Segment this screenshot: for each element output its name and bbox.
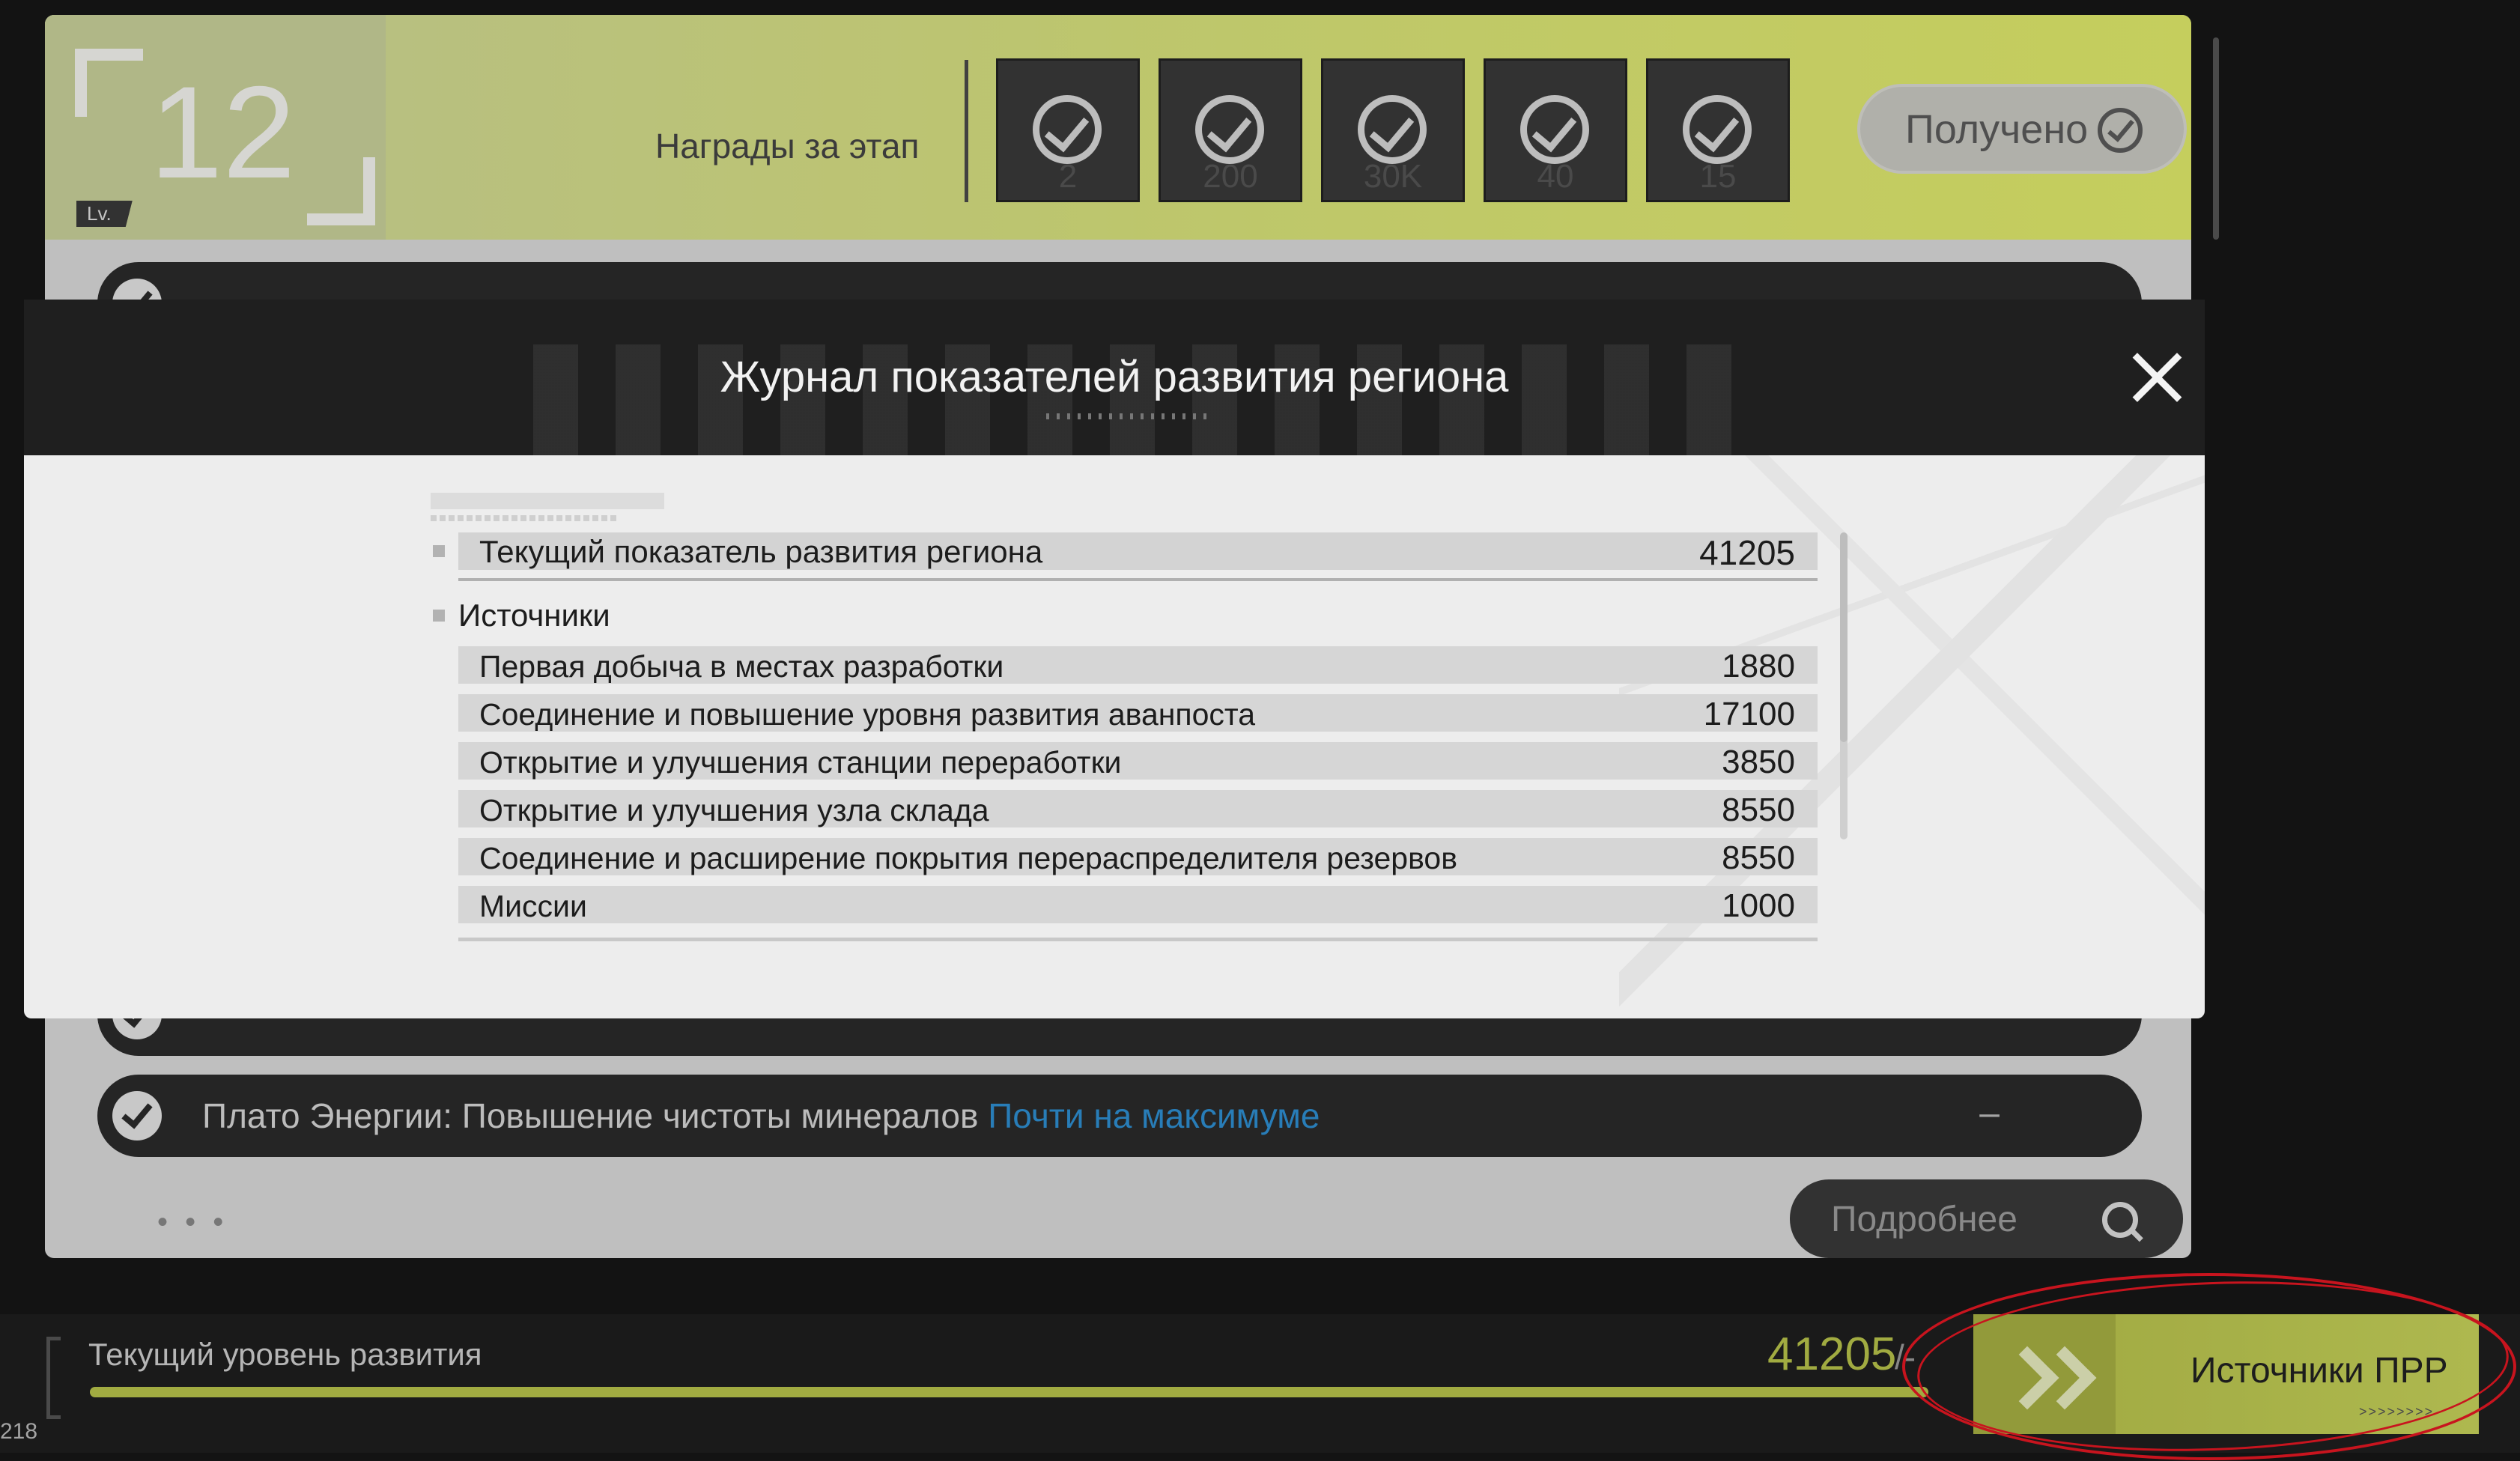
section-tab-deco	[431, 515, 618, 521]
source-value: 8550	[1722, 839, 1795, 876]
source-row: Первая добыча в местах разработки 1880	[458, 646, 1818, 684]
source-value: 3850	[1722, 744, 1795, 780]
bullet-icon	[433, 545, 445, 557]
section-tab	[431, 493, 664, 509]
source-label: Открытие и улучшения станции переработки	[479, 745, 1122, 780]
source-row: Миссии 1000	[458, 886, 1818, 924]
source-row: Соединение и расширение покрытия перерас…	[458, 838, 1818, 876]
source-row: Соединение и повышение уровня развития а…	[458, 694, 1818, 732]
modal-title: Журнал показателей развития региона	[720, 353, 1509, 401]
source-value: 1880	[1722, 648, 1795, 684]
divider	[458, 938, 1818, 941]
source-label: Миссии	[479, 889, 587, 923]
source-row: Открытие и улучшения узла склада 8550	[458, 790, 1818, 828]
modal-scrollbar[interactable]	[1840, 532, 1848, 839]
bullet-icon	[433, 610, 445, 622]
current-index-row: Текущий показатель развития региона 4120…	[458, 532, 1818, 572]
source-label: Соединение и расширение покрытия перерас…	[479, 841, 1457, 875]
title-decoration	[1046, 413, 1211, 419]
sources-heading: Источники	[458, 598, 610, 633]
scroll-thumb[interactable]	[1840, 532, 1848, 742]
source-label: Открытие и улучшения узла склада	[479, 793, 989, 827]
source-value: 17100	[1703, 696, 1795, 732]
current-index-value: 41205	[1699, 533, 1795, 572]
source-label: Первая добыча в местах разработки	[479, 649, 1004, 684]
source-value: 8550	[1722, 792, 1795, 828]
modal-body: Текущий показатель развития региона 4120…	[24, 455, 2205, 1018]
source-label: Соединение и повышение уровня развития а…	[479, 697, 1256, 732]
current-index-label: Текущий показатель развития региона	[479, 534, 1043, 569]
divider	[458, 578, 1818, 581]
source-value: 1000	[1722, 887, 1795, 924]
modal-header: Журнал показателей развития региона	[24, 300, 2205, 455]
close-icon[interactable]	[2128, 349, 2185, 406]
development-log-modal: Журнал показателей развития региона Теку…	[24, 300, 2205, 1018]
source-row: Открытие и улучшения станции переработки…	[458, 742, 1818, 780]
